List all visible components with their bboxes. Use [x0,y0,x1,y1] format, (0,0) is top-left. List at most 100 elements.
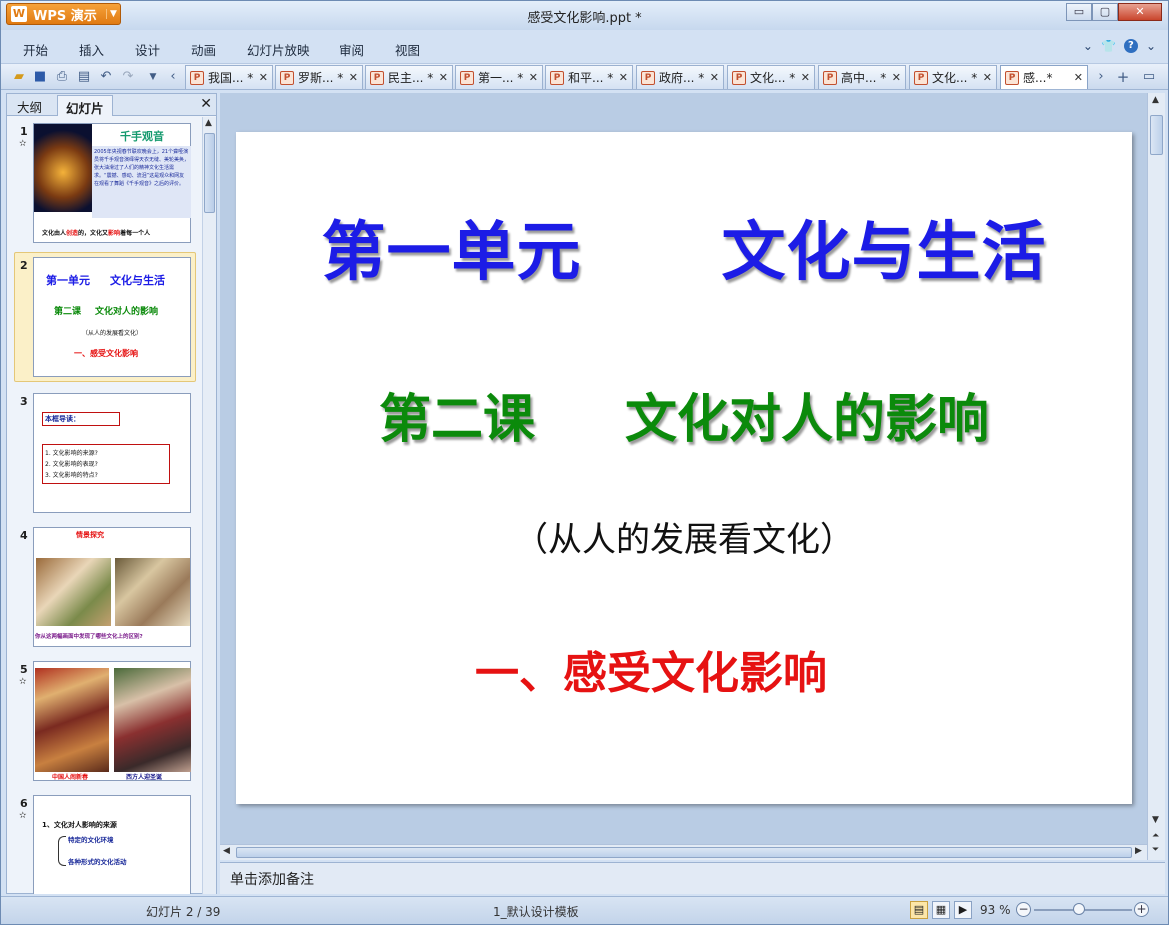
thumbnail: 中国人闹新春 西方人迎圣诞 [33,661,191,781]
chevron-down-icon[interactable]: ▼ [145,69,161,85]
slide-number: 3 [20,395,28,408]
close-pane-icon[interactable]: ✕ [200,96,212,112]
chevron-down-icon[interactable]: ⌄ [1083,39,1093,53]
editor-vertical-scrollbar[interactable]: ▲ ▼ ⏶ ⏷ [1147,93,1165,860]
zoom-out-icon[interactable]: − [1016,902,1031,917]
menu-design[interactable]: 设计 [135,40,160,59]
tab-slides[interactable]: 幻灯片 [57,95,113,116]
doc-tab[interactable]: P 第一... * ✕ [455,65,543,89]
scroll-down-icon[interactable]: ▼ [1152,815,1159,825]
slide-thumb-3[interactable]: 3 本框导读： 1. 文化影响的来源? 2. 文化影响的表现? 3. 文化影响的… [7,393,202,515]
close-tab-icon[interactable]: ✕ [801,71,810,84]
close-tab-icon[interactable]: ✕ [892,71,901,84]
menu-insert[interactable]: 插入 [79,40,104,59]
thumb-line2b: 文化对人的影响 [95,307,159,317]
slide-thumb-1[interactable]: 1 ✫ 千手观音 2005年央视春节联欢晚会上，21个聋哑演员将千手观音演绎得天… [7,123,202,249]
doc-tab-active[interactable]: P 感...* ✕ [1000,65,1088,89]
tabs-scroll-left-icon[interactable]: ‹ [165,69,181,85]
close-tab-icon[interactable]: ✕ [259,71,268,84]
close-tab-icon[interactable]: ✕ [1074,71,1083,84]
scrollbar-thumb[interactable] [236,847,1132,858]
title-bar: W WPS 演示 ▼ 感受文化影响.ppt * ▭ ▢ ✕ [1,1,1168,30]
template-name: 1_默认设计模板 [493,905,579,919]
thumb-line2a: 第二课 [54,307,82,317]
slide-section-heading[interactable]: 一、感受文化影响 [236,637,1066,701]
ppt-file-icon: P [280,70,294,85]
open-folder-icon[interactable]: ▰ [11,69,27,85]
print-preview-icon[interactable]: ▤ [76,69,92,85]
thumbnails-scrollbar[interactable]: ▲ [202,117,216,894]
doc-tab[interactable]: P 和平... * ✕ [545,65,633,89]
chevron-down-icon[interactable]: ⌄ [1146,39,1156,53]
menu-home[interactable]: 开始 [23,40,48,59]
new-tab-icon[interactable]: + [1115,69,1131,85]
close-tab-icon[interactable]: ✕ [983,71,992,84]
scroll-up-icon[interactable]: ▲ [205,118,212,128]
scroll-up-icon[interactable]: ▲ [1152,95,1159,105]
shirt-icon[interactable]: 👕 [1101,39,1116,53]
minimize-button[interactable]: ▭ [1066,3,1092,21]
redo-icon[interactable]: ↷ [120,69,136,85]
zoom-level[interactable]: 93 % [980,903,1011,917]
zoom-slider-handle[interactable] [1073,903,1085,915]
ppt-file-icon: P [460,70,474,85]
scroll-left-icon[interactable]: ◀ [223,846,230,856]
menu-view[interactable]: 视图 [395,40,420,59]
previous-slide-icon[interactable]: ⏶ [1152,831,1159,841]
slide-thumb-5[interactable]: 5 ✫ 中国人闹新春 西方人迎圣诞 [7,661,202,783]
doc-tab[interactable]: P 文化... * ✕ [909,65,997,89]
close-button[interactable]: ✕ [1118,3,1162,21]
editor-horizontal-scrollbar[interactable]: ◀ ▶ [220,844,1147,860]
slide-thumb-6[interactable]: 6 ✫ 1、文化对人影响的来源 特定的文化环境 各种形式的文化活动 [7,795,202,894]
scrollbar-thumb[interactable] [1150,115,1163,155]
slide-thumb-2[interactable]: 2 第一单元 文化与生活 第二课 文化对人的影响 （从人的发展看文化） 一、感受文化… [7,252,202,383]
doc-tab[interactable]: P 罗斯... * ✕ [275,65,363,89]
menu-slideshow[interactable]: 幻灯片放映 [247,40,310,59]
close-tab-icon[interactable]: ✕ [529,71,538,84]
lesson-text: 第二课 [378,389,535,450]
close-tab-icon[interactable]: ✕ [349,71,358,84]
next-slide-icon[interactable]: ⏷ [1152,845,1159,855]
unit-text: 第一单元 [321,215,582,290]
doc-tab[interactable]: P 我国... * ✕ [185,65,273,89]
menu-animation[interactable]: 动画 [191,40,216,59]
scrollbar-thumb[interactable] [204,133,215,213]
ppt-file-icon: P [823,70,837,85]
zoom-in-icon[interactable]: + [1134,902,1149,917]
tab-list-icon[interactable]: ▭ [1141,69,1157,85]
current-slide[interactable]: 第一单元 文化与生活 第二课 文化对人的影响 （从人的发展看文化） 一、感受文化影响 [236,132,1132,804]
close-tab-icon[interactable]: ✕ [619,71,628,84]
doc-tab[interactable]: P 高中... * ✕ [818,65,906,89]
help-icon[interactable]: ? [1123,39,1138,53]
doc-tab[interactable]: P 民主... * ✕ [365,65,453,89]
thumbnail: 情景探究 你从这两幅画面中发现了哪些文化上的区别? [33,527,191,647]
caption-red-part: 创造 [66,230,79,237]
ppt-file-icon: P [370,70,384,85]
slide-title[interactable]: 第一单元 文化与生活 [236,201,1132,293]
slide-number: 4 [20,529,28,542]
slide-subheading[interactable]: （从人的发展看文化） [236,512,1132,561]
undo-icon[interactable]: ↶ [98,69,114,85]
slide-editor: 第一单元 文化与生活 第二课 文化对人的影响 （从人的发展看文化） 一、感受文化影响 [220,93,1147,844]
maximize-button[interactable]: ▢ [1092,3,1118,21]
slideshow-icon[interactable]: ▶ [954,901,972,919]
slide-subtitle[interactable]: 第二课 文化对人的影响 [236,377,1132,452]
window-controls: ▭ ▢ ✕ [1066,3,1162,21]
menu-review[interactable]: 审阅 [339,40,364,59]
thumb-caption-left: 中国人闹新春 [52,774,89,781]
tab-outline[interactable]: 大纲 [9,95,50,116]
close-tab-icon[interactable]: ✕ [439,71,448,84]
notes-pane[interactable]: 单击添加备注 [220,862,1165,894]
tabs-scroll-right-icon[interactable]: › [1093,69,1109,85]
scroll-right-icon[interactable]: ▶ [1135,846,1142,856]
print-icon[interactable]: ⎙ [54,69,70,85]
doc-tab[interactable]: P 文化... * ✕ [727,65,815,89]
close-tab-icon[interactable]: ✕ [710,71,719,84]
slide-thumb-4[interactable]: 4 情景探究 你从这两幅画面中发现了哪些文化上的区别? [7,527,202,649]
doc-tab[interactable]: P 政府... * ✕ [636,65,724,89]
normal-view-icon[interactable]: ▤ [910,901,928,919]
doc-tab-label: 文化... * [932,71,978,85]
slide-sorter-icon[interactable]: ▦ [932,901,950,919]
doc-tab-label: 第一... * [478,71,524,85]
save-icon[interactable]: ■ [32,69,48,85]
